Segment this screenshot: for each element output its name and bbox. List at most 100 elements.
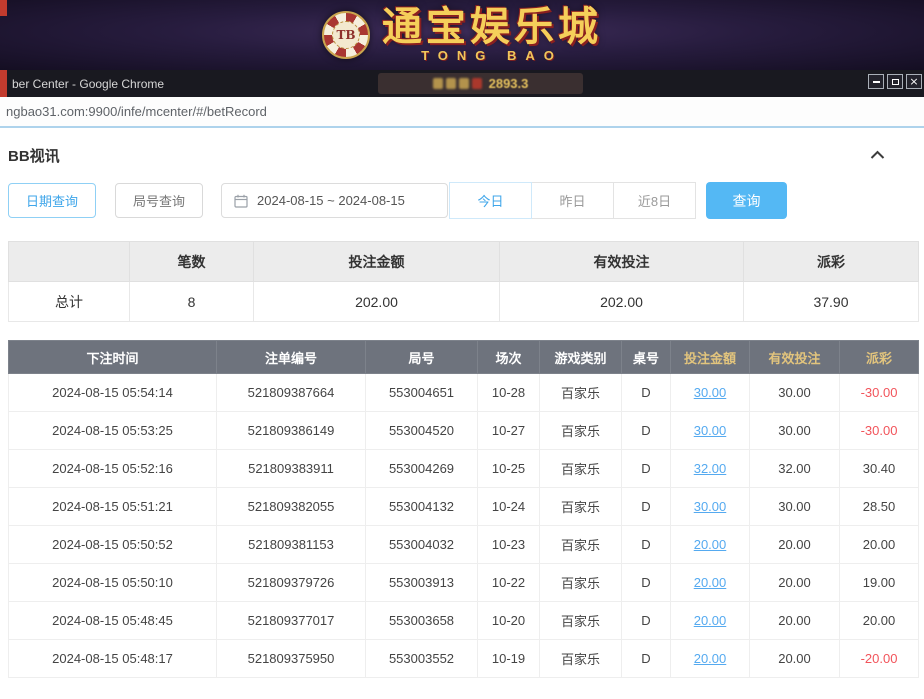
summary-table: 笔数 投注金额 有效投注 派彩 总计 8 202.00 202.00 37.90 bbox=[8, 241, 919, 322]
bet-id-cell: 521809381153 bbox=[217, 526, 366, 564]
bet-amount-link[interactable]: 30.00 bbox=[671, 412, 750, 450]
header-bet-time: 下注时间 bbox=[9, 341, 217, 374]
bet-id-cell: 521809379726 bbox=[217, 564, 366, 602]
search-button[interactable]: 查询 bbox=[706, 182, 787, 219]
session-cell: 10-28 bbox=[478, 374, 540, 412]
summary-count: 8 bbox=[130, 282, 254, 322]
bet-amount-link[interactable]: 32.00 bbox=[671, 450, 750, 488]
date-range-picker[interactable]: 2024-08-15 ~ 2024-08-15 bbox=[221, 183, 448, 218]
calendar-icon bbox=[234, 194, 248, 208]
table-number-cell: D bbox=[622, 564, 671, 602]
round-number-cell: 553004269 bbox=[366, 450, 478, 488]
game-type-cell: 百家乐 bbox=[540, 640, 622, 678]
valid-bet-cell: 20.00 bbox=[750, 602, 840, 640]
summary-total-row: 总计 8 202.00 202.00 37.90 bbox=[9, 282, 919, 322]
table-number-cell: D bbox=[622, 450, 671, 488]
collapse-section-button[interactable] bbox=[867, 146, 888, 165]
valid-bet-cell: 20.00 bbox=[750, 640, 840, 678]
table-row: 2024-08-15 05:48:17521809375950553003552… bbox=[9, 640, 919, 678]
bet-time-cell: 2024-08-15 05:54:14 bbox=[9, 374, 217, 412]
bet-id-cell: 521809387664 bbox=[217, 374, 366, 412]
section-title: BB视讯 bbox=[8, 145, 60, 166]
game-type-cell: 百家乐 bbox=[540, 526, 622, 564]
bet-table-header-row: 下注时间 注单编号 局号 场次 游戏类别 桌号 投注金額 有效投注 派彩 bbox=[9, 341, 919, 374]
bet-id-cell: 521809382055 bbox=[217, 488, 366, 526]
today-button[interactable]: 今日 bbox=[449, 182, 532, 219]
valid-bet-cell: 20.00 bbox=[750, 526, 840, 564]
game-type-cell: 百家乐 bbox=[540, 450, 622, 488]
game-type-cell: 百家乐 bbox=[540, 564, 622, 602]
bet-table-body: 2024-08-15 05:54:14521809387664553004651… bbox=[9, 374, 919, 678]
url-text[interactable]: ngbao31.com:9900/infe/mcenter/#/betRecor… bbox=[6, 104, 267, 119]
casino-logo-subtitle: TONG BAO bbox=[382, 48, 602, 63]
round-number-cell: 553003913 bbox=[366, 564, 478, 602]
table-number-cell: D bbox=[622, 526, 671, 564]
bet-amount-link[interactable]: 30.00 bbox=[671, 488, 750, 526]
blurred-label-glyphs bbox=[433, 78, 482, 89]
table-number-cell: D bbox=[622, 412, 671, 450]
round-number-cell: 553004520 bbox=[366, 412, 478, 450]
game-type-cell: 百家乐 bbox=[540, 374, 622, 412]
bet-amount-link[interactable]: 20.00 bbox=[671, 640, 750, 678]
tb-chip-label: TB bbox=[332, 21, 360, 49]
summary-valid-bet: 202.00 bbox=[500, 282, 744, 322]
bet-amount-link[interactable]: 20.00 bbox=[671, 602, 750, 640]
date-range-value: 2024-08-15 ~ 2024-08-15 bbox=[257, 193, 405, 208]
minimize-icon bbox=[873, 81, 880, 83]
round-query-tab[interactable]: 局号查询 bbox=[115, 183, 203, 218]
session-cell: 10-27 bbox=[478, 412, 540, 450]
bet-time-cell: 2024-08-15 05:48:45 bbox=[9, 602, 217, 640]
bet-id-cell: 521809386149 bbox=[217, 412, 366, 450]
close-icon: × bbox=[909, 76, 918, 87]
page-content: BB视讯 日期查询 局号查询 2024-08-15 ~ 2024-08-15 今… bbox=[0, 128, 924, 678]
minimize-button[interactable] bbox=[868, 74, 884, 89]
tb-chip-icon: TB bbox=[322, 11, 370, 59]
header-bet-amount: 投注金額 bbox=[671, 341, 750, 374]
header-table-no: 桌号 bbox=[622, 341, 671, 374]
round-number-cell: 553004032 bbox=[366, 526, 478, 564]
valid-bet-cell: 30.00 bbox=[750, 412, 840, 450]
summary-payout: 37.90 bbox=[744, 282, 919, 322]
balance-value: 2893.3 bbox=[489, 76, 529, 91]
bet-amount-link[interactable]: 20.00 bbox=[671, 564, 750, 602]
table-number-cell: D bbox=[622, 488, 671, 526]
table-row: 2024-08-15 05:53:25521809386149553004520… bbox=[9, 412, 919, 450]
table-number-cell: D bbox=[622, 640, 671, 678]
bet-id-cell: 521809375950 bbox=[217, 640, 366, 678]
payout-cell: -20.00 bbox=[840, 640, 919, 678]
session-cell: 10-22 bbox=[478, 564, 540, 602]
bet-record-table: 下注时间 注单编号 局号 场次 游戏类别 桌号 投注金額 有效投注 派彩 202… bbox=[8, 340, 919, 678]
background-window-edge bbox=[0, 70, 7, 97]
last-8-days-button[interactable]: 近8日 bbox=[613, 182, 696, 219]
game-type-cell: 百家乐 bbox=[540, 488, 622, 526]
quick-range-group: 今日 昨日 近8日 bbox=[450, 182, 696, 219]
session-cell: 10-24 bbox=[478, 488, 540, 526]
bet-id-cell: 521809383911 bbox=[217, 450, 366, 488]
background-window-edge bbox=[0, 0, 7, 16]
filter-toolbar: 日期查询 局号查询 2024-08-15 ~ 2024-08-15 今日 昨日 … bbox=[8, 182, 916, 219]
summary-header-row: 笔数 投注金额 有效投注 派彩 bbox=[9, 242, 919, 282]
table-row: 2024-08-15 05:52:16521809383911553004269… bbox=[9, 450, 919, 488]
valid-bet-cell: 30.00 bbox=[750, 488, 840, 526]
session-cell: 10-23 bbox=[478, 526, 540, 564]
bet-id-cell: 521809377017 bbox=[217, 602, 366, 640]
bet-time-cell: 2024-08-15 05:51:21 bbox=[9, 488, 217, 526]
valid-bet-cell: 30.00 bbox=[750, 374, 840, 412]
date-query-tab[interactable]: 日期查询 bbox=[8, 183, 96, 218]
bet-amount-link[interactable]: 20.00 bbox=[671, 526, 750, 564]
summary-header-payout: 派彩 bbox=[744, 242, 919, 282]
payout-cell: -30.00 bbox=[840, 412, 919, 450]
header-round: 局号 bbox=[366, 341, 478, 374]
round-number-cell: 553004651 bbox=[366, 374, 478, 412]
close-button[interactable]: × bbox=[906, 74, 922, 89]
address-bar[interactable]: ngbao31.com:9900/infe/mcenter/#/betRecor… bbox=[0, 97, 924, 128]
game-type-cell: 百家乐 bbox=[540, 602, 622, 640]
bet-time-cell: 2024-08-15 05:53:25 bbox=[9, 412, 217, 450]
yesterday-button[interactable]: 昨日 bbox=[531, 182, 614, 219]
summary-total-label: 总计 bbox=[9, 282, 130, 322]
session-cell: 10-19 bbox=[478, 640, 540, 678]
maximize-button[interactable] bbox=[887, 74, 903, 89]
bet-amount-link[interactable]: 30.00 bbox=[671, 374, 750, 412]
round-number-cell: 553003658 bbox=[366, 602, 478, 640]
bet-time-cell: 2024-08-15 05:50:10 bbox=[9, 564, 217, 602]
